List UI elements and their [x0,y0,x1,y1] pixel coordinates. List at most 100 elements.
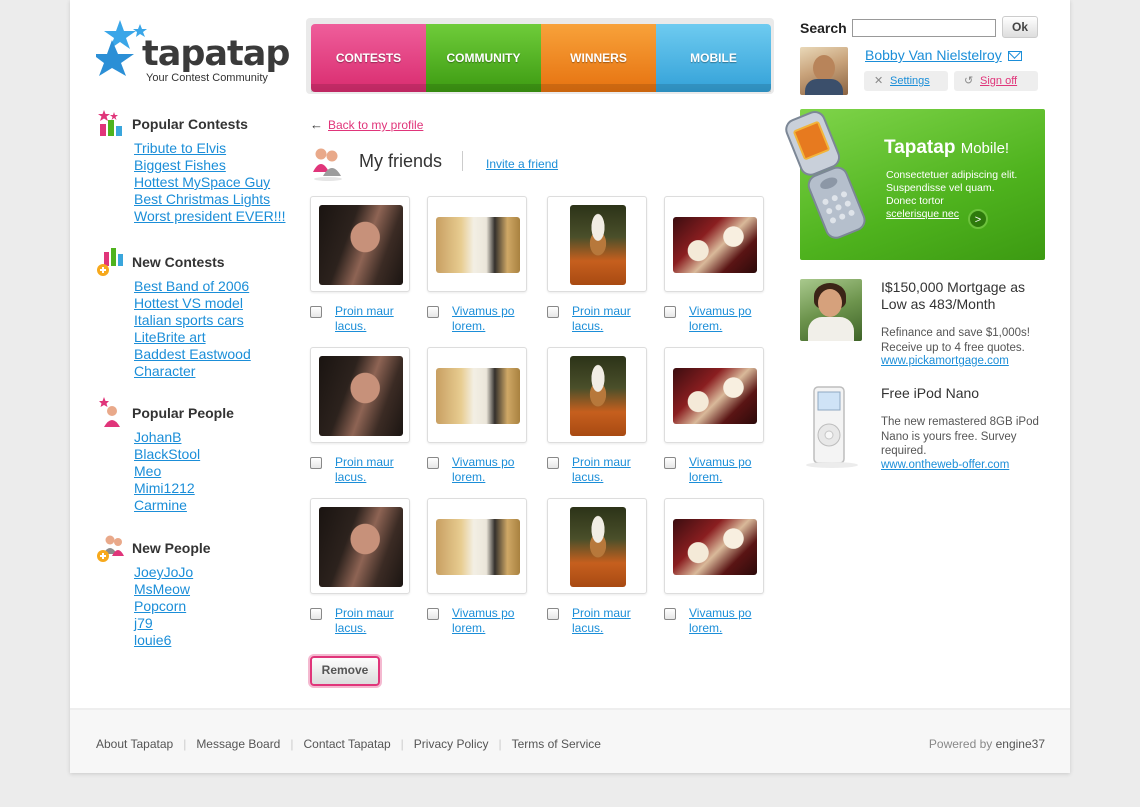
friend-name-link[interactable]: Proin maur lacus. [335,455,419,485]
list-item[interactable]: Worst president EVER!!! [134,208,296,225]
list-item[interactable]: Italian sports cars [134,312,296,329]
friend-checkbox[interactable] [427,608,439,620]
list-item[interactable]: Mimi1212 [134,480,296,497]
friend-name-link[interactable]: Proin maur lacus. [335,304,419,334]
popular-person-link[interactable]: BlackStool [134,446,200,462]
friend-checkbox[interactable] [427,306,439,318]
friend-photo[interactable] [319,507,403,587]
friend-name-link[interactable]: Proin maur lacus. [335,606,419,636]
new-person-link[interactable]: j79 [134,615,153,631]
search-input[interactable] [852,19,996,37]
friend-checkbox[interactable] [427,457,439,469]
new-person-link[interactable]: Popcorn [134,598,186,614]
tab-winners[interactable]: WINNERS [541,24,656,92]
footer-link-about[interactable]: About Tapatap [96,737,173,751]
ad-link[interactable]: www.ontheweb-offer.com [881,459,1009,471]
new-contest-link[interactable]: Baddest Eastwood [134,346,251,362]
friend-checkbox[interactable] [310,306,322,318]
logo[interactable]: tapatap Your Contest Community [96,14,290,86]
friend-checkbox[interactable] [310,608,322,620]
new-contest-link[interactable]: LiteBrite art [134,329,206,345]
friend-photo[interactable] [673,217,757,273]
back-to-profile-link[interactable]: Back to my profile [328,118,423,132]
footer-link-terms[interactable]: Terms of Service [512,737,601,751]
powered-by-brand[interactable]: engine37 [996,737,1045,751]
friend-thumbnail[interactable] [547,498,647,594]
friend-name-link[interactable]: Vivamus po lorem. [452,606,536,636]
new-person-link[interactable]: MsMeow [134,581,190,597]
friend-name-link[interactable]: Vivamus po lorem. [452,304,536,334]
popular-contest-link[interactable]: Tribute to Elvis [134,140,226,156]
popular-contest-link[interactable]: Biggest Fishes [134,157,226,173]
friend-photo[interactable] [673,368,757,424]
friend-checkbox[interactable] [664,608,676,620]
friend-name-link[interactable]: Proin maur lacus. [572,304,656,334]
footer-link-message-board[interactable]: Message Board [196,737,280,751]
friend-name-link[interactable]: Vivamus po lorem. [452,455,536,485]
mail-icon[interactable] [1008,51,1022,61]
tab-community[interactable]: COMMUNITY [426,24,541,92]
list-item[interactable]: LiteBrite art [134,329,296,346]
friend-thumbnail[interactable] [664,498,764,594]
popular-contest-link[interactable]: Hottest MySpace Guy [134,174,270,190]
friend-name-link[interactable]: Vivamus po lorem. [689,606,773,636]
friend-thumbnail[interactable] [427,498,527,594]
list-item[interactable]: Best Christmas Lights [134,191,296,208]
list-item[interactable]: Tribute to Elvis [134,140,296,157]
friend-photo[interactable] [436,368,520,424]
tab-contests[interactable]: CONTESTS [311,24,426,92]
friend-photo[interactable] [319,205,403,285]
list-item[interactable]: JoeyJoJo [134,564,296,581]
signoff-button[interactable]: ↺ Sign off [954,71,1038,91]
search-ok-button[interactable]: Ok [1002,16,1038,38]
list-item[interactable]: Popcorn [134,598,296,615]
friend-photo[interactable] [570,356,626,436]
popular-contest-link[interactable]: Best Christmas Lights [134,191,270,207]
friend-photo[interactable] [570,507,626,587]
popular-person-link[interactable]: Mimi1212 [134,480,195,496]
friend-thumbnail[interactable] [664,347,764,443]
friend-photo[interactable] [319,356,403,436]
footer-link-contact[interactable]: Contact Tapatap [303,737,390,751]
new-contest-link[interactable]: Hottest VS model [134,295,243,311]
friend-name-link[interactable]: Vivamus po lorem. [689,304,773,334]
popular-contest-link[interactable]: Worst president EVER!!! [134,208,285,224]
remove-button[interactable]: Remove [310,656,380,686]
friend-photo[interactable] [436,519,520,575]
friend-thumbnail[interactable] [427,347,527,443]
list-item[interactable]: Baddest Eastwood [134,346,296,363]
list-item[interactable]: BlackStool [134,446,296,463]
popular-person-link[interactable]: Carmine [134,497,187,513]
friend-checkbox[interactable] [664,306,676,318]
friend-checkbox[interactable] [547,457,559,469]
mobile-promo-banner[interactable]: Tapatap Mobile! Consectetuer adipiscing … [785,109,1045,260]
list-item[interactable]: Best Band of 2006 [134,278,296,295]
list-item[interactable]: JohanB [134,429,296,446]
new-contest-link[interactable]: Character [134,363,195,379]
friend-thumbnail[interactable] [427,196,527,292]
list-item[interactable]: Biggest Fishes [134,157,296,174]
friend-photo[interactable] [436,217,520,273]
friend-checkbox[interactable] [310,457,322,469]
friend-checkbox[interactable] [547,608,559,620]
list-item[interactable]: Hottest VS model [134,295,296,312]
popular-person-link[interactable]: JohanB [134,429,181,445]
ad-photo[interactable] [800,279,862,341]
friend-thumbnail[interactable] [310,196,410,292]
friend-name-link[interactable]: Vivamus po lorem. [689,455,773,485]
tab-mobile[interactable]: MOBILE [656,24,771,92]
friend-thumbnail[interactable] [664,196,764,292]
friend-thumbnail[interactable] [547,347,647,443]
new-contest-link[interactable]: Italian sports cars [134,312,244,328]
user-avatar[interactable] [800,47,848,95]
user-name-link[interactable]: Bobby Van Nielstelroy [865,47,1002,63]
friend-photo[interactable] [673,519,757,575]
settings-button[interactable]: ✕ Settings [864,71,948,91]
invite-friend-link[interactable]: Invite a friend [486,157,558,171]
friend-thumbnail[interactable] [547,196,647,292]
settings-link[interactable]: Settings [890,75,930,87]
list-item[interactable]: j79 [134,615,296,632]
list-item[interactable]: louie6 [134,632,296,649]
friend-name-link[interactable]: Proin maur lacus. [572,606,656,636]
new-person-link[interactable]: louie6 [134,632,171,648]
